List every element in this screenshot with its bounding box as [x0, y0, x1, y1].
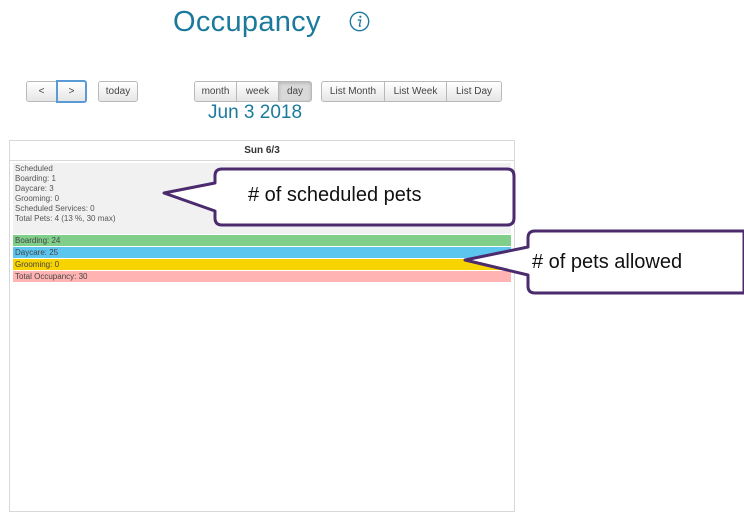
- next-button[interactable]: >: [56, 80, 87, 103]
- page-title: Occupancy: [173, 6, 321, 38]
- info-icon[interactable]: [349, 11, 370, 32]
- capacity-bar-total-occupancy[interactable]: Total Occupancy: 30: [13, 271, 511, 282]
- view-week-button[interactable]: week: [237, 81, 279, 102]
- list-month-button[interactable]: List Month: [321, 81, 385, 102]
- calendar-date-title: Jun 3 2018: [208, 102, 303, 123]
- capacity-bar-grooming[interactable]: Grooming: 0: [13, 259, 511, 270]
- list-day-button[interactable]: List Day: [447, 81, 502, 102]
- list-week-button[interactable]: List Week: [385, 81, 447, 102]
- chevron-left-icon: <: [38, 86, 45, 97]
- day-column-header: Sun 6/3: [10, 141, 514, 161]
- prev-button[interactable]: <: [26, 81, 57, 102]
- callout-scheduled-text: # of scheduled pets: [248, 184, 422, 206]
- capacity-bar-daycare[interactable]: Daycare: 25: [13, 247, 511, 258]
- today-button[interactable]: today: [98, 81, 138, 102]
- callout-allowed-text: # of pets allowed: [532, 251, 683, 273]
- view-month-button[interactable]: month: [194, 81, 237, 102]
- chevron-right-icon: >: [68, 86, 75, 97]
- view-day-button[interactable]: day: [279, 81, 312, 102]
- capacity-bar-boarding[interactable]: Boarding: 24: [13, 235, 511, 246]
